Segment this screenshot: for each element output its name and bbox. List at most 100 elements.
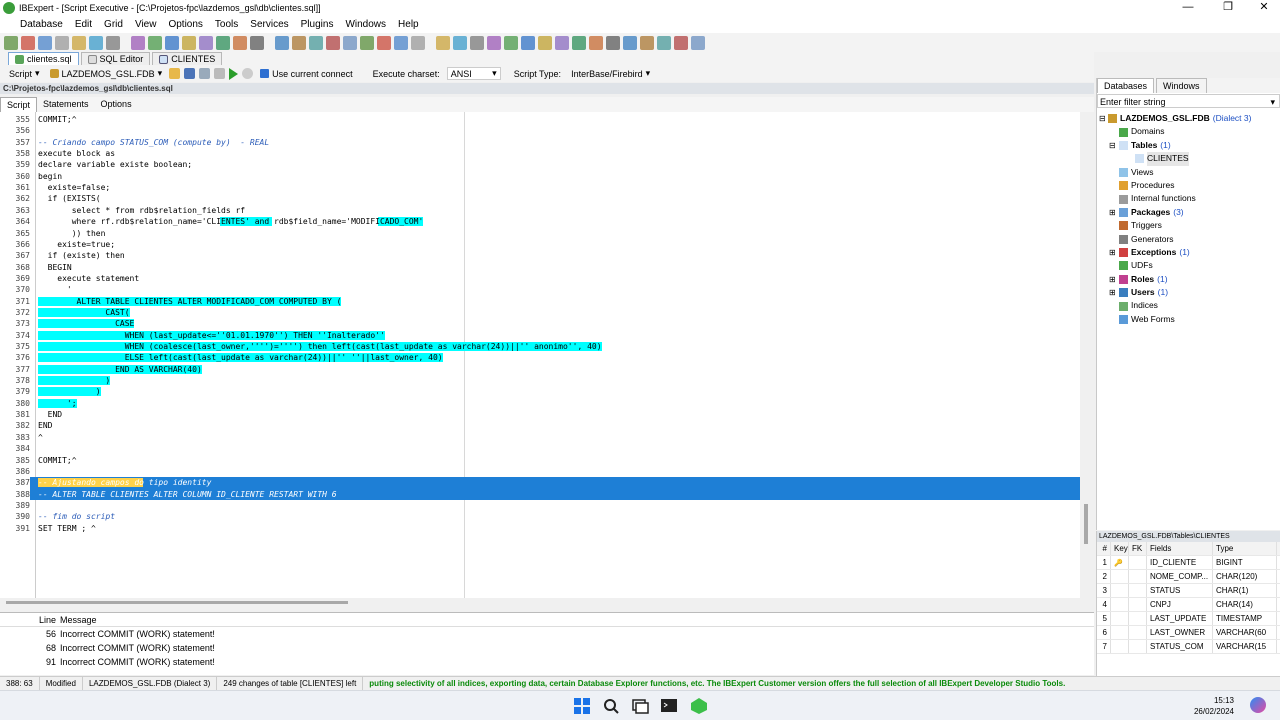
save-icon[interactable] xyxy=(184,68,196,79)
tree-node-procedures[interactable]: Procedures xyxy=(1097,179,1280,192)
editor-horizontal-scrollbar[interactable] xyxy=(0,599,1094,607)
tab-options[interactable]: Options xyxy=(95,97,138,112)
code-line[interactable]: 363 select * from rdb$relation_fields rf xyxy=(0,205,1080,216)
menu-edit[interactable]: Edit xyxy=(69,19,98,30)
about-icon[interactable] xyxy=(555,35,569,50)
tab-clientes-sql[interactable]: clientes.sql xyxy=(8,52,79,65)
sql-editor-icon[interactable] xyxy=(165,35,179,50)
code-line[interactable]: 378 ) xyxy=(0,375,1080,386)
field-row[interactable]: 7 STATUS_COM VARCHAR(15 xyxy=(1097,640,1280,654)
print-icon[interactable] xyxy=(275,35,289,50)
code-line[interactable]: 389 xyxy=(0,500,1080,511)
tree-node-web-forms[interactable]: Web Forms xyxy=(1097,313,1280,326)
terminal-icon[interactable] xyxy=(660,697,678,715)
tab-sql-editor[interactable]: SQL Editor xyxy=(80,52,151,65)
tree-node-packages[interactable]: ⊞ Packages (3) xyxy=(1097,206,1280,219)
use-current-connect-checkbox[interactable]: Use current connect xyxy=(257,69,356,79)
code-line[interactable]: 379 ) xyxy=(0,386,1080,397)
fields-header-cell[interactable]: Type xyxy=(1213,542,1277,555)
menu-view[interactable]: View xyxy=(129,19,163,30)
script-type-select[interactable]: InterBase/Firebird ▾ xyxy=(568,68,653,79)
options-icon[interactable] xyxy=(394,35,408,50)
code-line[interactable]: 367 if (existe) then xyxy=(0,250,1080,261)
code-line[interactable]: 357 -- Criando campo STATUS_COM (compute … xyxy=(0,137,1080,148)
register-db-icon[interactable] xyxy=(4,35,18,50)
new-procedure-icon[interactable] xyxy=(216,35,230,50)
code-line[interactable]: 362 if (EXISTS( xyxy=(0,193,1080,204)
message-row[interactable]: 56 Incorrect COMMIT (WORK) statement! xyxy=(0,627,1094,641)
code-line[interactable]: 384 xyxy=(0,443,1080,454)
tree-node-triggers[interactable]: Triggers xyxy=(1097,219,1280,232)
code-line[interactable]: 364 where rf.rdb$relation_name='CLIENTES… xyxy=(0,216,1080,227)
import-icon[interactable] xyxy=(326,35,340,50)
tools-icon[interactable] xyxy=(411,35,425,50)
tree-node-views[interactable]: Views xyxy=(1097,166,1280,179)
menu-services[interactable]: Services xyxy=(244,19,294,30)
code-line[interactable]: 383 ^ xyxy=(0,432,1080,443)
task-view-icon[interactable] xyxy=(631,697,649,715)
tree-node-roles[interactable]: ⊞ Roles (1) xyxy=(1097,273,1280,286)
new-trigger-icon[interactable] xyxy=(233,35,247,50)
minimize-button[interactable]: — xyxy=(1170,0,1206,16)
code-line[interactable]: 385 COMMIT;^ xyxy=(0,455,1080,466)
ibexpert-taskbar-icon[interactable] xyxy=(690,697,708,715)
field-row[interactable]: 3 STATUS CHAR(1) xyxy=(1097,584,1280,598)
tree-node-users[interactable]: ⊞ Users (1) xyxy=(1097,286,1280,299)
expand-icon[interactable]: ⊞ xyxy=(1109,286,1119,299)
log-icon[interactable] xyxy=(521,35,535,50)
grid-icon[interactable] xyxy=(343,35,357,50)
code-line[interactable]: 361 existe=false; xyxy=(0,182,1080,193)
grant-manager-icon[interactable] xyxy=(504,35,518,50)
user-manager-icon[interactable] xyxy=(487,35,501,50)
tree-node-tables[interactable]: ⊟ Tables (1) xyxy=(1097,139,1280,152)
new-table-icon[interactable] xyxy=(182,35,196,50)
field-row[interactable]: 4 CNPJ CHAR(14) xyxy=(1097,598,1280,612)
window-list-icon[interactable] xyxy=(623,35,637,50)
editor-vertical-scrollbar[interactable] xyxy=(1080,112,1094,598)
unregister-db-icon[interactable] xyxy=(21,35,35,50)
message-row[interactable]: 68 Incorrect COMMIT (WORK) statement! xyxy=(0,641,1094,655)
code-line[interactable]: 370 ' xyxy=(0,284,1080,295)
menu-windows[interactable]: Windows xyxy=(339,19,392,30)
code-line[interactable]: 380 '; xyxy=(0,398,1080,409)
tree-node-internal-functions[interactable]: Internal functions xyxy=(1097,192,1280,205)
search-icon[interactable] xyxy=(602,697,620,715)
connect-icon[interactable] xyxy=(38,35,52,50)
restore-icon[interactable] xyxy=(131,35,145,50)
open-folder-icon[interactable] xyxy=(169,68,181,79)
stop-icon[interactable] xyxy=(657,35,671,50)
edit-db-icon[interactable] xyxy=(72,35,86,50)
code-line[interactable]: 391 SET TERM ; ^ xyxy=(0,523,1080,534)
tree-node-udfs[interactable]: UDFs xyxy=(1097,259,1280,272)
fields-header-cell[interactable]: FK xyxy=(1129,542,1147,555)
code-line[interactable]: 376 ELSE left(cast(last_update as varcha… xyxy=(0,352,1080,363)
fields-header-cell[interactable]: Key xyxy=(1111,542,1129,555)
run-icon[interactable] xyxy=(229,67,239,80)
code-line[interactable]: 356 xyxy=(0,125,1080,136)
disconnect-icon[interactable] xyxy=(55,35,69,50)
field-row[interactable]: 5 LAST_UPDATE TIMESTAMP xyxy=(1097,612,1280,626)
tab-script[interactable]: Script xyxy=(0,97,38,112)
code-line[interactable]: 374 WHEN (last_update<=''01.01.1970'') T… xyxy=(0,330,1080,341)
fields-header-cell[interactable]: Fields xyxy=(1147,542,1213,555)
filter-input[interactable]: Enter filter string ▾ xyxy=(1097,94,1280,108)
charset-select[interactable]: ANSI ▾ xyxy=(446,67,501,80)
tab-databases[interactable]: Databases xyxy=(1097,78,1155,93)
code-line[interactable]: 368 BEGIN xyxy=(0,262,1080,273)
layout-icon[interactable] xyxy=(589,35,603,50)
code-line[interactable]: 365 )) then xyxy=(0,228,1080,239)
analyzer-icon[interactable] xyxy=(436,35,450,50)
run-icon[interactable] xyxy=(640,35,654,50)
code-line[interactable]: 382 END xyxy=(0,420,1080,431)
fields-header-cell[interactable]: # xyxy=(1097,542,1111,555)
maximize-button[interactable]: ❐ xyxy=(1210,0,1246,16)
tree-node-clientes[interactable]: CLIENTES xyxy=(1097,152,1280,166)
code-line[interactable]: 381 END xyxy=(0,409,1080,420)
export-icon[interactable] xyxy=(309,35,323,50)
code-line[interactable]: 375 WHEN (coalesce(last_owner,'''')=''''… xyxy=(0,341,1080,352)
code-line[interactable]: 366 existe=true; xyxy=(0,239,1080,250)
tab-clientes-table[interactable]: CLIENTES xyxy=(152,52,223,65)
tree-node-exceptions[interactable]: ⊞ Exceptions (1) xyxy=(1097,246,1280,259)
menu-tools[interactable]: Tools xyxy=(209,19,244,30)
expand-icon[interactable]: ⊟ xyxy=(1109,139,1119,152)
